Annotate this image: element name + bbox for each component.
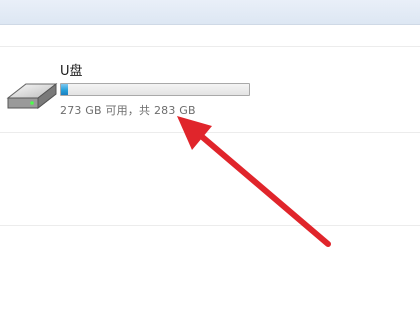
title-bar <box>0 0 420 25</box>
usb-drive-icon <box>4 76 60 116</box>
capacity-bar <box>60 83 250 96</box>
red-arrow-annotation <box>177 116 331 247</box>
section-divider <box>0 132 420 133</box>
section-divider <box>0 225 420 226</box>
capacity-fill <box>61 84 68 95</box>
drive-name: U盘 <box>60 64 83 79</box>
usb-drive-item[interactable]: U盘 273 GB 可用，共 283 GB <box>4 58 264 122</box>
drive-space-text: 273 GB 可用，共 283 GB <box>60 104 196 117</box>
section-divider <box>0 46 420 47</box>
